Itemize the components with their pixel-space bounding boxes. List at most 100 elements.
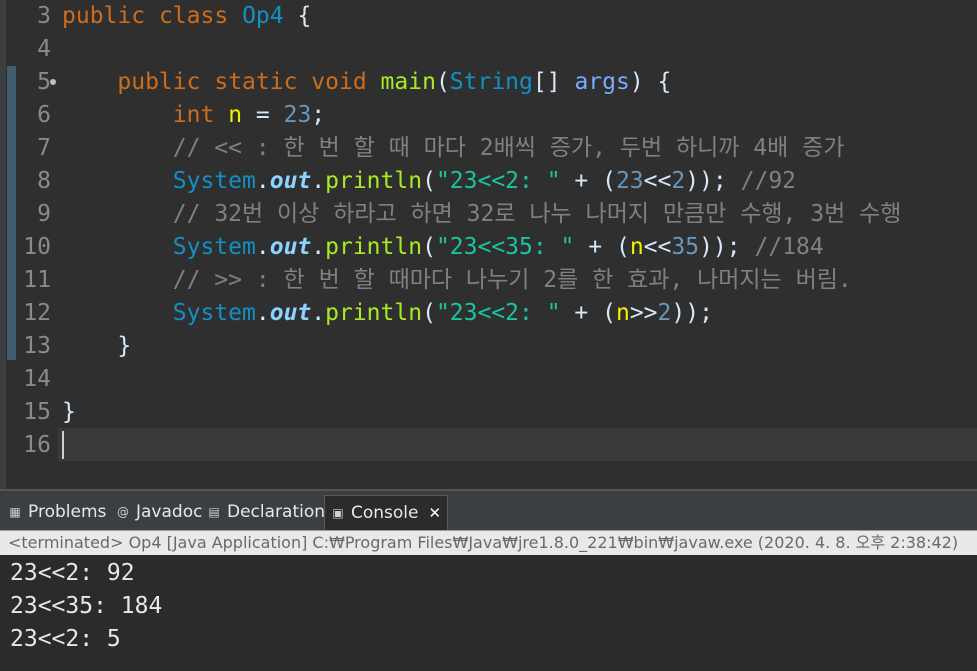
code-line: // >> : 한 번 할 때마다 나누기 2를 한 효과, 나머지는 버림. — [62, 264, 852, 297]
code-line: public class Op4 { — [62, 0, 311, 33]
code-token: String — [449, 69, 533, 95]
code-token: 23 — [283, 102, 312, 128]
code-token: println — [325, 300, 423, 326]
code-token: ( — [422, 300, 436, 326]
code-token: //92 — [740, 168, 797, 194]
console-icon: ▣ — [332, 506, 344, 520]
line-number: 12 — [23, 300, 51, 326]
code-token: System — [172, 234, 256, 260]
line-number: 11 — [23, 267, 51, 293]
code-token: << — [643, 234, 672, 260]
tab-console-label: Console — [351, 503, 419, 523]
code-token: 2 — [671, 168, 686, 194]
code-line: System.out.println("23<<2: " + (23<<2));… — [62, 165, 796, 198]
close-icon[interactable]: ✕ — [429, 504, 442, 522]
tab-console[interactable]: ▣ Console ✕ — [324, 495, 449, 530]
code-token: class — [158, 3, 229, 29]
code-editor[interactable]: 3 4 5 6 7 8 9 10 11 12 13 14 15 16 public class Op4 {… — [0, 0, 977, 489]
console-line: 23<<2: 92 — [10, 560, 135, 586]
console-status-line: <terminated> Op4 [Java Application] C:₩P… — [0, 530, 977, 555]
code-token: "23<<35: " — [435, 234, 575, 260]
code-token: 35 — [671, 234, 700, 260]
code-token: . — [255, 300, 270, 326]
line-number: 16 — [23, 432, 51, 458]
line-number: 6 — [37, 102, 51, 128]
code-token: // << : 한 번 할 때 마다 2배씩 증가, 두번 하니까 4배 증가 — [172, 135, 845, 161]
bottom-panel: ▦ Problems @ Javadoc ▤ Declaration ▣ Con… — [0, 489, 977, 671]
code-line: // << : 한 번 할 때 마다 2배씩 증가, 두번 하니까 4배 증가 — [62, 132, 845, 165]
line-number: 15 — [23, 399, 51, 425]
code-token: } — [62, 399, 76, 425]
code-token: . — [311, 300, 326, 326]
console-line: 23<<2: 5 — [10, 626, 121, 652]
code-token: System — [172, 168, 256, 194]
javadoc-icon: @ — [117, 505, 129, 519]
code-token: //184 — [754, 234, 824, 260]
tab-problems[interactable]: ▦ Problems — [8, 495, 106, 529]
code-token: args — [574, 69, 630, 95]
line-number: 3 — [37, 3, 51, 29]
code-token: . — [311, 168, 326, 194]
code-token: ( — [435, 69, 450, 95]
code-token: )); — [699, 234, 741, 260]
code-line: // 32번 이상 하라고 하면 32로 나누 나머지 만큼만 수행, 3번 수… — [62, 198, 902, 231]
code-token: println — [325, 234, 423, 260]
console-output[interactable]: 23<<2: 92 23<<35: 184 23<<2: 5 — [10, 557, 162, 656]
code-token: + ( — [560, 168, 616, 194]
code-line: } — [62, 330, 131, 363]
code-line: System.out.println("23<<2: " + (n>>2)); — [62, 297, 713, 330]
code-token: "23<<2: " — [435, 300, 561, 326]
line-number: 8 — [37, 168, 51, 194]
line-number: 7 — [37, 135, 51, 161]
line-number: 14 — [23, 366, 51, 392]
code-token: ; — [311, 102, 326, 128]
code-line: System.out.println("23<<35: " + (n<<35))… — [62, 231, 824, 264]
current-line-highlight — [58, 428, 977, 461]
text-caret — [62, 431, 64, 459]
code-token: = — [242, 102, 284, 128]
code-token: void — [311, 69, 367, 95]
code-token: + ( — [560, 300, 616, 326]
code-token: n — [615, 300, 630, 326]
code-token: ) { — [629, 69, 672, 95]
code-token: System — [172, 300, 256, 326]
code-token: int — [172, 102, 215, 128]
code-token: main — [380, 69, 436, 95]
code-token: . — [311, 234, 326, 260]
code-token: 2 — [657, 300, 672, 326]
problems-icon: ▦ — [9, 505, 21, 519]
code-token: // >> : 한 번 할 때마다 나누기 2를 한 효과, 나머지는 버림. — [172, 267, 852, 293]
code-token: } — [62, 333, 132, 359]
code-token: out — [269, 234, 312, 260]
code-token: ( — [422, 234, 436, 260]
code-line: int n = 23; — [62, 99, 325, 132]
view-tab-bar: ▦ Problems @ Javadoc ▤ Declaration ▣ Con… — [0, 489, 977, 530]
code-line: public static void main(String[] args) { — [62, 66, 671, 99]
code-token: out — [269, 168, 312, 194]
change-marker-bar — [7, 66, 16, 360]
tab-declaration[interactable]: ▤ Declaration — [207, 495, 325, 529]
tab-declaration-label: Declaration — [227, 502, 326, 522]
line-number: 5 — [37, 69, 51, 95]
line-number: 9 — [37, 201, 51, 227]
line-number: 13 — [23, 333, 51, 359]
tab-problems-label: Problems — [28, 502, 107, 522]
line-number: 4 — [37, 36, 51, 62]
code-token: n — [228, 102, 243, 128]
tab-javadoc[interactable]: @ Javadoc — [116, 495, 202, 529]
line-number: 10 — [23, 234, 51, 260]
code-token: )); — [685, 168, 727, 194]
